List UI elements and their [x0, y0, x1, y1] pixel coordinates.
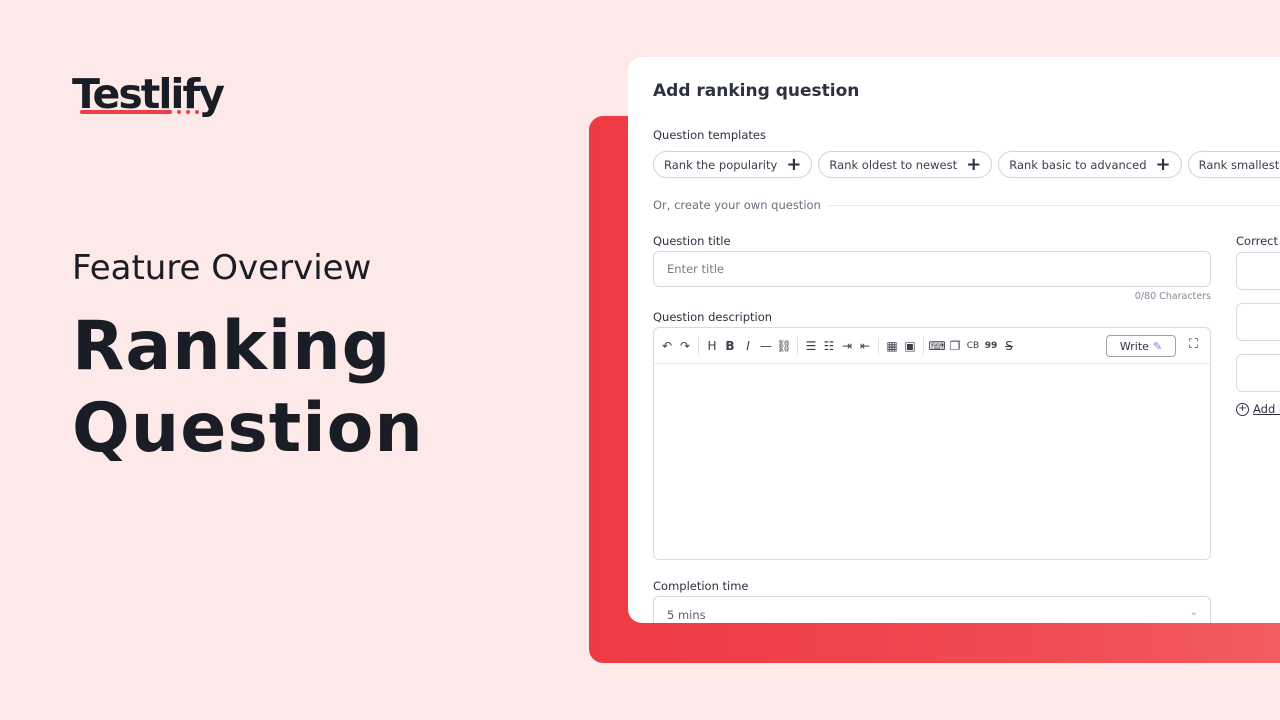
- title-placeholder: Enter title: [667, 262, 725, 276]
- code-block-icon[interactable]: CB: [964, 341, 982, 351]
- code-icon[interactable]: ⌨: [928, 339, 946, 353]
- editor-toolbar: ↶ ↷ H B I — ⛓ ☰ ☷ ⇥ ⇤ ▦ ▣ ⌨ ❐ CB 99 S Wr…: [654, 328, 1210, 364]
- option-input[interactable]: [1236, 354, 1280, 392]
- bullet-list-icon[interactable]: ☷: [820, 339, 838, 353]
- template-chip-basic-advanced[interactable]: Rank basic to advanced +: [998, 151, 1182, 178]
- link-icon[interactable]: ⛓: [775, 339, 793, 353]
- hero-title-line1: Ranking: [72, 307, 392, 386]
- description-editor[interactable]: ↶ ↷ H B I — ⛓ ☰ ☷ ⇥ ⇤ ▦ ▣ ⌨ ❐ CB 99 S Wr…: [653, 327, 1211, 560]
- bold-icon[interactable]: B: [721, 339, 739, 353]
- logo-underline: [80, 110, 172, 114]
- chip-label: Rank basic to advanced: [1009, 157, 1147, 172]
- or-text: Or, create your own question: [653, 198, 821, 212]
- card-title: Add ranking question: [653, 81, 860, 101]
- toolbar-separator: [923, 336, 924, 355]
- templates-row: Rank the popularity + Rank oldest to newe…: [653, 151, 1280, 178]
- chip-label: Rank the popularity: [664, 157, 778, 172]
- testlify-logo: Testlify: [72, 66, 242, 122]
- hero-title: Ranking Question: [72, 306, 424, 470]
- hero-title-line2: Question: [72, 389, 424, 468]
- logo-dots: [177, 110, 199, 114]
- template-chip-oldest-newest[interactable]: Rank oldest to newest +: [818, 151, 993, 178]
- option-input[interactable]: [1236, 303, 1280, 341]
- or-divider: Or, create your own question: [653, 198, 1280, 212]
- plus-icon: +: [786, 153, 802, 175]
- horizontal-rule-icon[interactable]: —: [757, 339, 775, 353]
- redo-icon[interactable]: ↷: [676, 339, 694, 353]
- table-icon[interactable]: ▦: [883, 339, 901, 353]
- chip-label: Rank smallest to lar: [1198, 157, 1280, 172]
- write-label: Write: [1119, 339, 1149, 353]
- pen-icon: ✎: [1152, 339, 1163, 353]
- completion-time-label: Completion time: [653, 579, 749, 593]
- outdent-icon[interactable]: ⇤: [856, 339, 874, 353]
- correct-order-label: Correct: [1236, 234, 1278, 248]
- indent-icon[interactable]: ⇥: [838, 339, 856, 353]
- template-chip-smallest-largest[interactable]: Rank smallest to lar: [1187, 151, 1280, 178]
- quote-icon[interactable]: 99: [982, 341, 1000, 351]
- divider-rule: [828, 204, 1280, 206]
- templates-label: Question templates: [653, 128, 766, 142]
- template-chip-popularity[interactable]: Rank the popularity +: [653, 151, 813, 178]
- question-description-label: Question description: [653, 310, 773, 324]
- heading-icon[interactable]: H: [703, 339, 721, 353]
- plus-icon: +: [1155, 153, 1171, 175]
- toolbar-separator: [698, 336, 699, 355]
- add-option-label: Add r: [1253, 402, 1280, 416]
- completion-time-value: 5 mins: [667, 608, 706, 622]
- completion-time-select[interactable]: 5 mins ⌄: [653, 596, 1211, 623]
- undo-icon[interactable]: ↶: [658, 339, 676, 353]
- plus-circle-icon: +: [1236, 402, 1249, 416]
- ordered-list-icon[interactable]: ☰: [802, 339, 820, 353]
- question-title-label: Question title: [653, 234, 731, 248]
- italic-icon[interactable]: I: [739, 339, 757, 353]
- question-title-input[interactable]: Enter title: [653, 251, 1211, 287]
- hero-subtitle: Feature Overview: [72, 248, 372, 288]
- chevron-down-icon: ⌄: [1189, 607, 1198, 618]
- option-input[interactable]: [1236, 252, 1280, 290]
- toolbar-separator: [878, 336, 879, 355]
- write-button[interactable]: Write ✎: [1106, 335, 1176, 357]
- image-icon[interactable]: ▣: [901, 339, 919, 353]
- add-option-link[interactable]: + Add r: [1236, 402, 1280, 416]
- expand-icon[interactable]: ⛶: [1189, 337, 1198, 352]
- add-question-card: Add ranking question Question templates …: [628, 57, 1280, 623]
- toolbar-separator: [797, 336, 798, 355]
- strikethrough-icon[interactable]: S: [1000, 339, 1018, 353]
- copy-icon[interactable]: ❐: [946, 339, 964, 353]
- chip-label: Rank oldest to newest: [829, 157, 958, 172]
- plus-icon: +: [966, 153, 982, 175]
- char-count: 0/80 Characters: [1134, 291, 1211, 302]
